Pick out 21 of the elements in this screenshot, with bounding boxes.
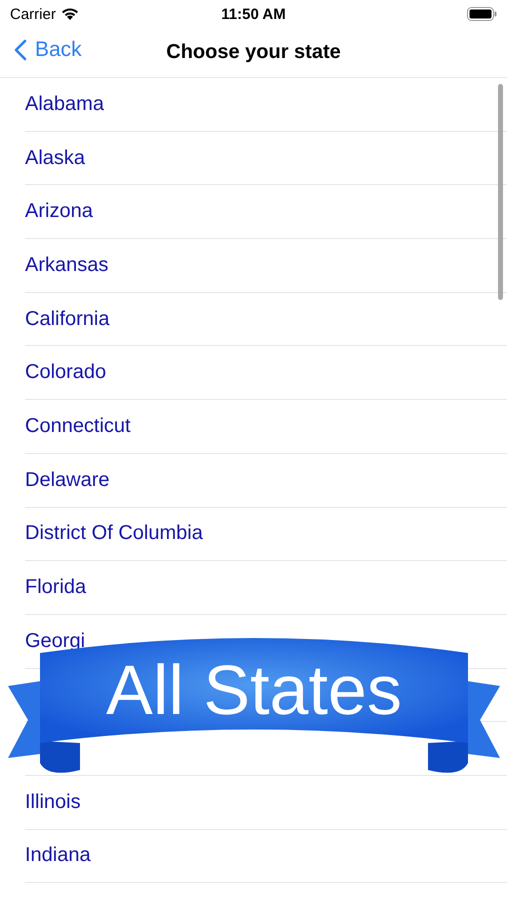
state-name[interactable]: Colorado [25,361,106,384]
state-name[interactable]: Connecticut [25,414,131,438]
state-name[interactable]: Georgi [25,630,86,653]
state-name[interactable]: Alabama [25,92,104,116]
state-name[interactable]: Alaska [25,146,86,170]
screen-title: Choose your state [166,41,341,64]
state-name[interactable]: Illinois [25,790,81,814]
state-name[interactable]: Delaware [25,468,110,492]
state-name[interactable]: District Of Columbia [25,522,203,546]
carrier-label: Carrier [10,6,56,22]
state-name[interactable]: Arkansas [25,254,108,277]
chevron-left-icon [14,39,27,61]
back-button[interactable]: Back [14,38,82,62]
wifi-icon [60,7,79,21]
state-name[interactable]: Indiana [25,844,91,868]
clock-time: 11:50 AM [221,6,286,22]
battery-icon [466,7,497,21]
state-name[interactable]: Florida [25,576,86,600]
state-name[interactable]: Arizona [25,200,93,224]
state-name[interactable]: California [25,308,110,331]
banner-title: All States [106,650,402,730]
